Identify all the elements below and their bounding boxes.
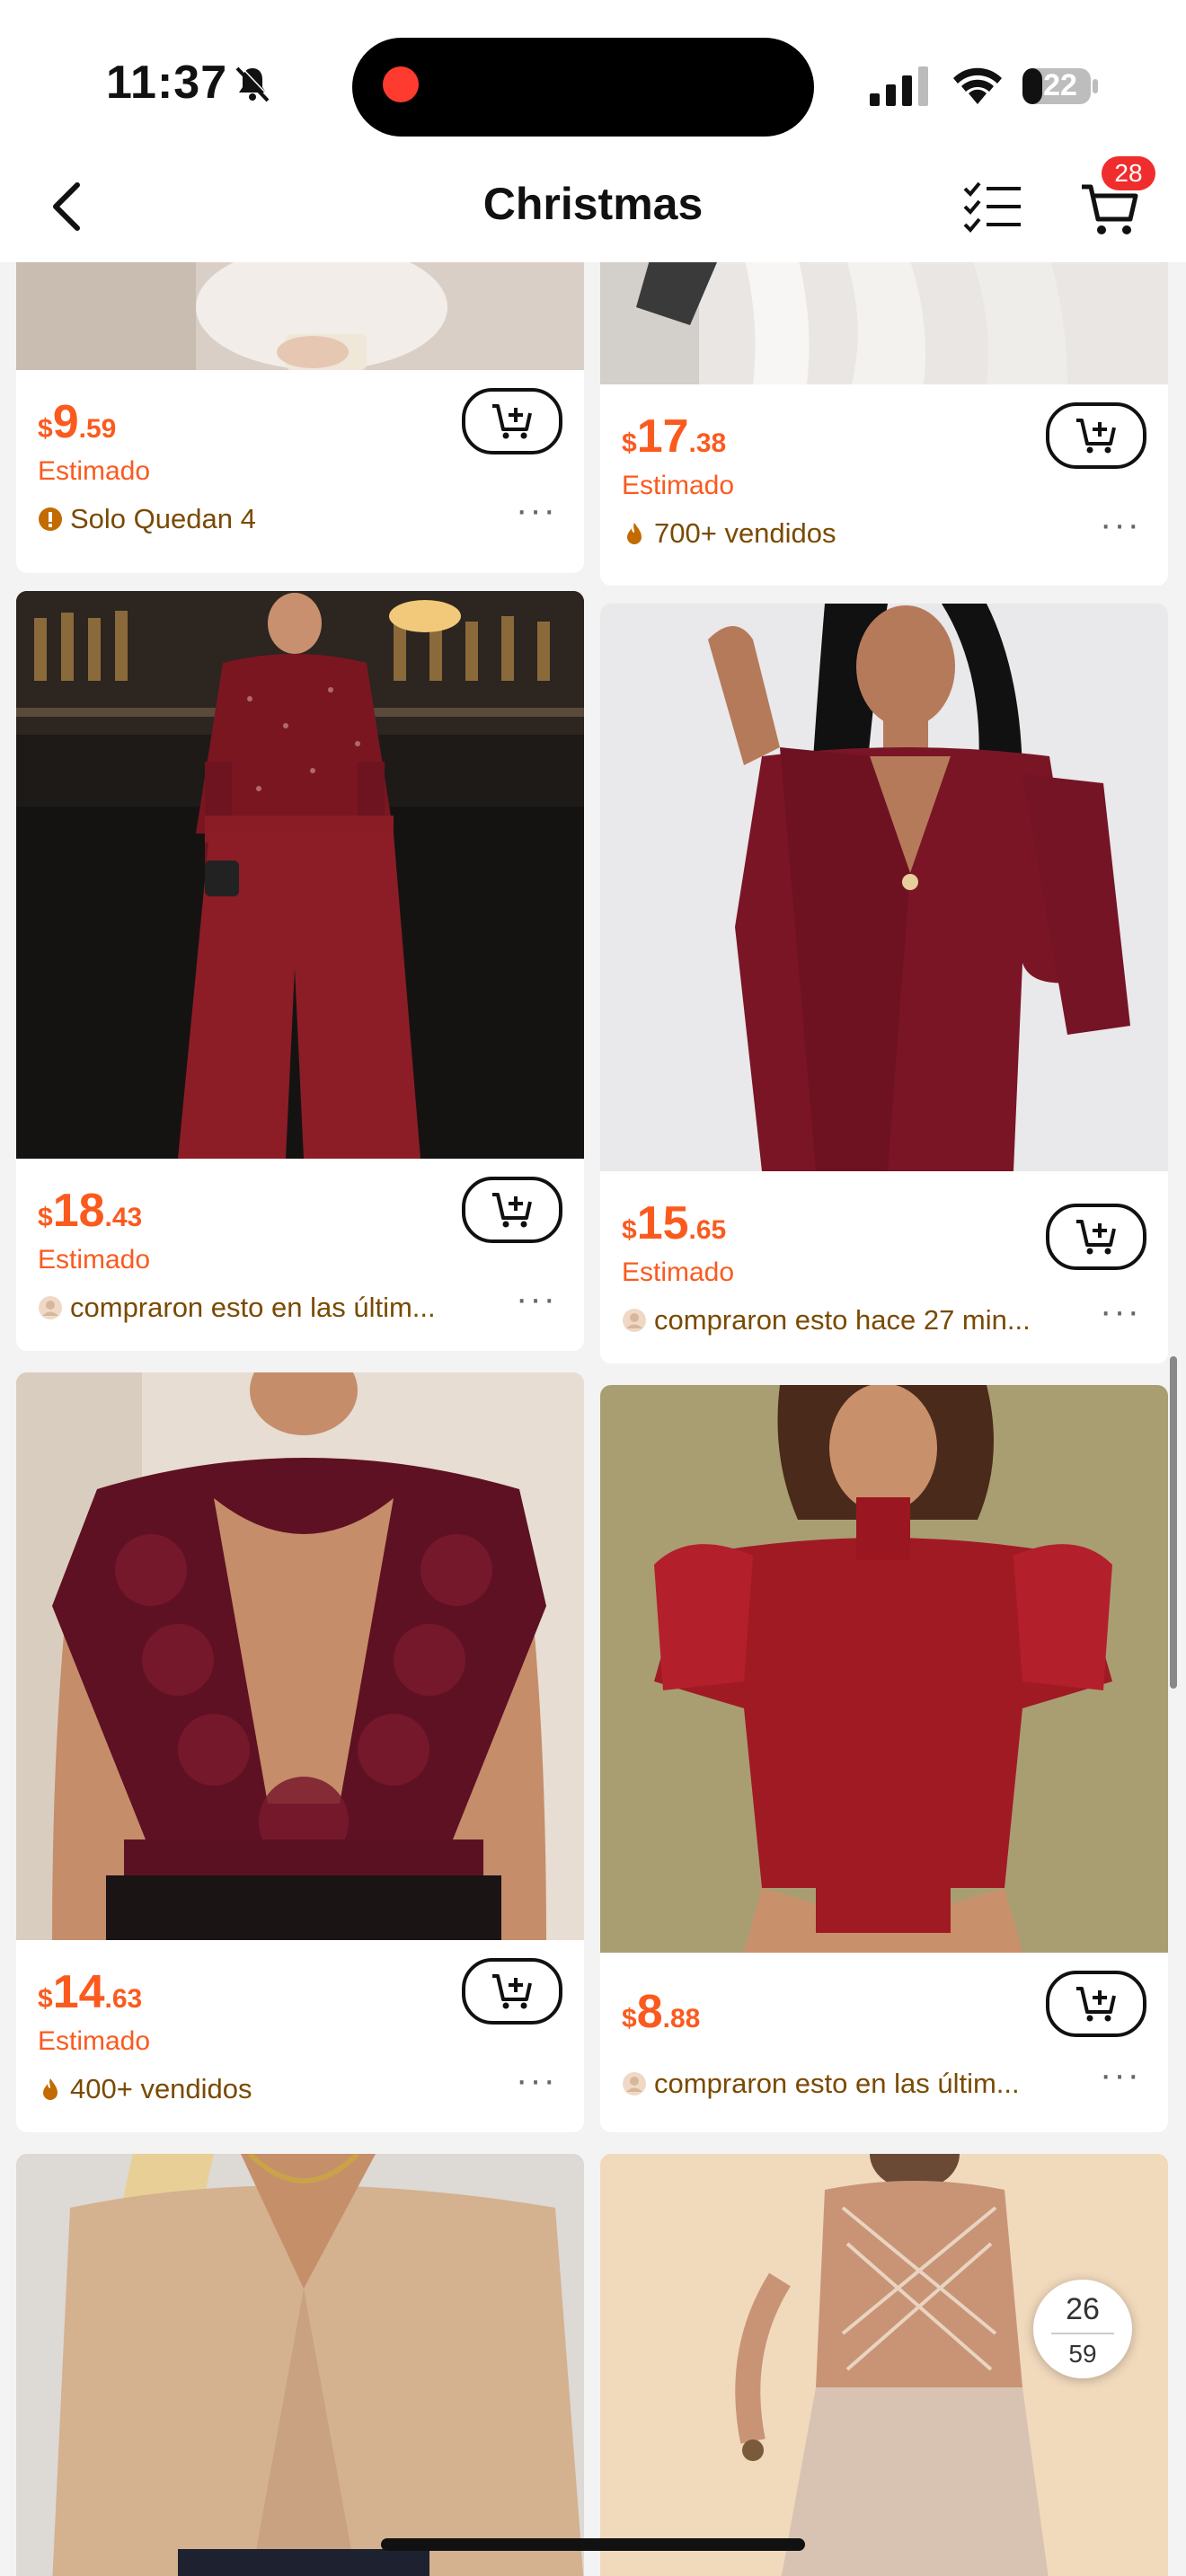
add-to-cart-icon xyxy=(1076,1220,1116,1255)
page-indicator[interactable]: 26 59 xyxy=(1033,2280,1132,2378)
product-card[interactable]: $9.59 Estimado Solo Quedan 4 ··· xyxy=(16,262,584,573)
add-to-cart-button[interactable] xyxy=(1046,1204,1146,1270)
product-card[interactable]: $18.43 Estimado compraron esto en las úl… xyxy=(16,591,584,1351)
product-price: $15.65 xyxy=(622,1197,727,1249)
product-info: $17.38 Estimado 700+ vendidos ··· xyxy=(600,384,1168,586)
product-info: $14.63 Estimado 400+ vendidos ··· xyxy=(16,1940,584,2132)
price-estimate-label: Estimado xyxy=(622,1257,735,1287)
add-to-cart-icon xyxy=(492,404,532,439)
product-price: $14.63 xyxy=(38,1966,143,2018)
product-info: $8.88 compraron esto en las últim... ··· xyxy=(600,1953,1168,2132)
product-price: $8.88 xyxy=(622,1986,701,2038)
cart-count-badge: 28 xyxy=(1102,156,1155,190)
checklist-icon[interactable] xyxy=(961,180,1024,234)
flame-icon xyxy=(43,2078,58,2100)
price-estimate-label: Estimado xyxy=(38,1245,151,1275)
price-estimate-label: Estimado xyxy=(622,471,735,500)
product-info: $18.43 Estimado compraron esto en las úl… xyxy=(16,1159,584,1351)
social-proof: compraron esto hace 27 min... xyxy=(622,1304,1031,1337)
product-card[interactable] xyxy=(16,2154,584,2576)
product-price: $9.59 xyxy=(38,396,117,448)
add-to-cart-icon xyxy=(492,1193,532,1228)
product-card[interactable]: $8.88 compraron esto en las últim... ··· xyxy=(600,1385,1168,2132)
product-image[interactable] xyxy=(600,262,1168,384)
product-image[interactable] xyxy=(600,604,1168,1171)
price-estimate-label: Estimado xyxy=(38,2026,151,2056)
product-info: $15.65 Estimado compraron esto hace 27 m… xyxy=(600,1171,1168,1363)
product-card[interactable]: $15.65 Estimado compraron esto hace 27 m… xyxy=(600,604,1168,1363)
more-options-icon[interactable]: ··· xyxy=(1100,1292,1141,1332)
user-icon xyxy=(623,2072,646,2095)
more-options-icon[interactable]: ··· xyxy=(516,2060,557,2101)
social-proof: compraron esto en las últim... xyxy=(38,1292,436,1324)
status-bar: 11:37 22 xyxy=(0,0,1186,153)
product-image[interactable] xyxy=(16,262,584,370)
product-image[interactable] xyxy=(16,1372,584,1940)
add-to-cart-button[interactable] xyxy=(1046,1971,1146,2037)
scrollbar[interactable] xyxy=(1170,1356,1177,1689)
status-time: 11:37 xyxy=(106,57,228,109)
dynamic-island xyxy=(352,38,814,137)
more-options-icon[interactable]: ··· xyxy=(1100,2055,1141,2095)
product-image[interactable] xyxy=(16,591,584,1159)
home-indicator[interactable] xyxy=(381,2538,805,2551)
product-grid: $9.59 Estimado Solo Quedan 4 ··· $17.38 … xyxy=(0,262,1186,2576)
current-page: 26 xyxy=(1066,2292,1100,2326)
add-to-cart-button[interactable] xyxy=(462,1177,562,1243)
nav-bar: Christmas 28 xyxy=(0,153,1186,264)
user-icon xyxy=(39,1296,62,1319)
total-pages: 59 xyxy=(1068,2340,1097,2368)
more-options-icon[interactable]: ··· xyxy=(516,490,557,531)
add-to-cart-button[interactable] xyxy=(1046,402,1146,469)
flame-icon xyxy=(627,523,642,544)
product-price: $17.38 xyxy=(622,410,727,463)
social-proof: 700+ vendidos xyxy=(622,517,836,550)
warning-icon xyxy=(39,507,62,531)
bell-muted-icon xyxy=(235,65,271,102)
more-options-icon[interactable]: ··· xyxy=(1100,505,1141,545)
page-divider xyxy=(1051,2333,1114,2334)
product-card[interactable]: $14.63 Estimado 400+ vendidos ··· xyxy=(16,1372,584,2132)
recording-indicator xyxy=(383,66,419,102)
product-image[interactable] xyxy=(600,1385,1168,1953)
add-to-cart-icon xyxy=(492,1974,532,2009)
add-to-cart-button[interactable] xyxy=(462,1958,562,2025)
add-to-cart-button[interactable] xyxy=(462,388,562,454)
add-to-cart-icon xyxy=(1076,1987,1116,2022)
cellular-signal-icon xyxy=(870,66,928,106)
product-card[interactable]: $17.38 Estimado 700+ vendidos ··· xyxy=(600,262,1168,586)
price-estimate-label: Estimado xyxy=(38,456,151,486)
add-to-cart-icon xyxy=(1076,419,1116,454)
social-proof: 400+ vendidos xyxy=(38,2073,252,2105)
battery-indicator: 22 xyxy=(1021,65,1102,108)
product-info: $9.59 Estimado Solo Quedan 4 ··· xyxy=(16,370,584,573)
social-proof: Solo Quedan 4 xyxy=(38,503,256,535)
product-price: $18.43 xyxy=(38,1185,143,1237)
battery-level: 22 xyxy=(1043,68,1077,102)
user-icon xyxy=(623,1309,646,1332)
social-proof: compraron esto en las últim... xyxy=(622,2068,1020,2100)
wifi-icon xyxy=(953,67,1002,104)
product-image[interactable] xyxy=(16,2154,584,2576)
more-options-icon[interactable]: ··· xyxy=(516,1279,557,1319)
